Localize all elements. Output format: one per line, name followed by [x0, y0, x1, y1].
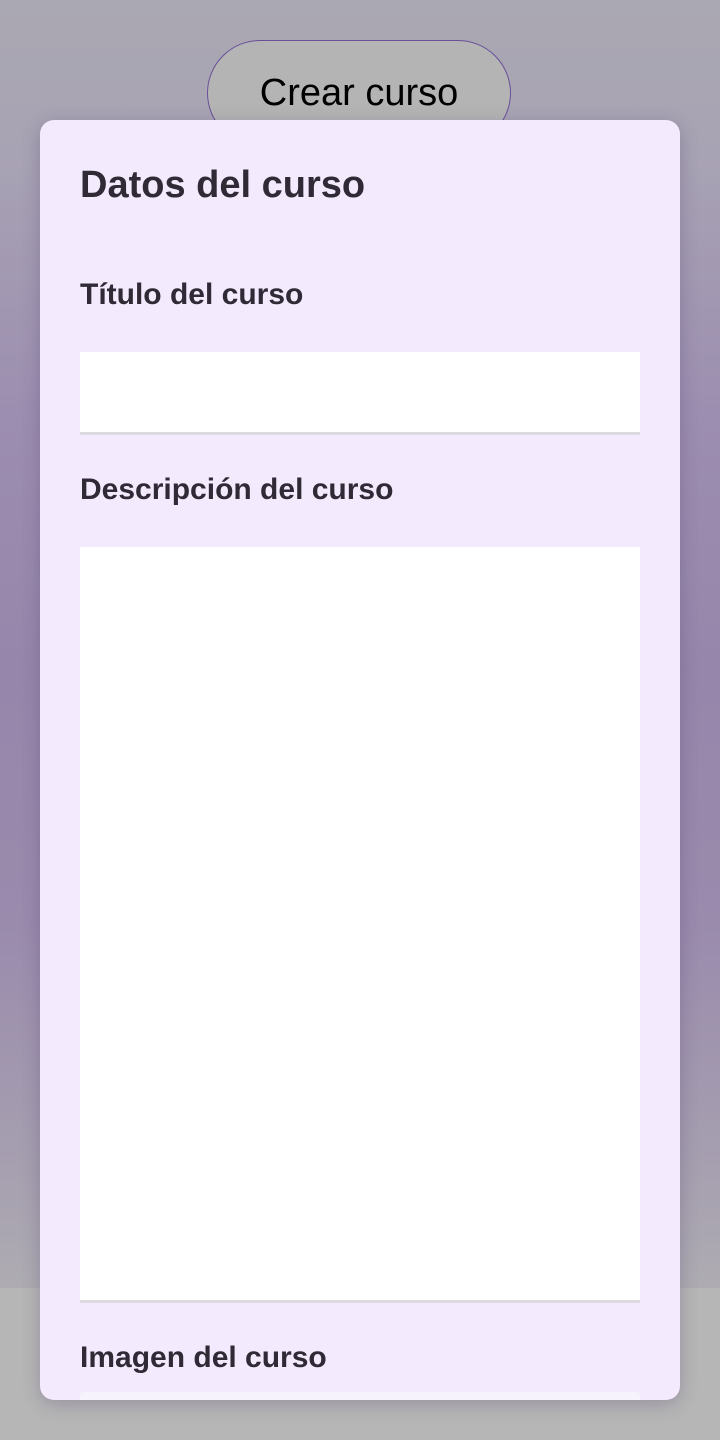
course-details-dialog: Datos del curso Título del curso Descrip…	[40, 120, 680, 1400]
course-description-label: Descripción del curso	[80, 473, 394, 506]
dialog-title: Datos del curso	[80, 164, 366, 206]
course-image-label: Imagen del curso	[80, 1341, 327, 1374]
course-title-label: Título del curso	[80, 278, 304, 311]
course-image-field-edge	[80, 1392, 640, 1400]
course-description-textarea[interactable]	[80, 547, 640, 1303]
course-title-input[interactable]	[80, 352, 640, 435]
